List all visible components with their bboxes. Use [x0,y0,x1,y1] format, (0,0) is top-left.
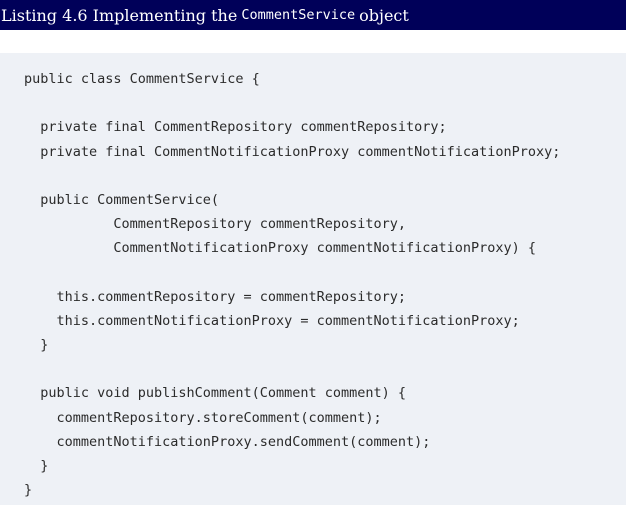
code-line: this.commentRepository = commentReposito… [24,288,407,305]
code-line: commentNotificationProxy.sendComment(com… [24,433,431,450]
code-line: } [24,482,33,499]
code-line: private final CommentNotificationProxy c… [24,143,561,160]
code-line: } [24,458,49,474]
code-line: } [24,337,49,354]
code-line: public class CommentService { [24,71,260,87]
code-line: CommentNotificationProxy commentNotifica… [24,240,537,257]
code-line: private final CommentRepository commentR… [24,119,447,136]
listing-caption: Listing 4.6 Implementing the CommentServ… [0,0,626,30]
code-block: public class CommentService { private fi… [0,53,626,505]
code-line: commentRepository.storeComment(comment); [24,409,382,426]
listing-caption-suffix: object [359,5,409,25]
code-line: public void publishComment(Comment comme… [24,385,407,402]
listing-caption-prefix: Listing 4.6 Implementing the [1,5,238,25]
code-line: public CommentService( [24,191,220,208]
code-line: CommentRepository commentRepository, [24,216,407,233]
code-line: this.commentNotificationProxy = commentN… [24,312,520,329]
listing-caption-class-name: CommentService [241,7,356,23]
